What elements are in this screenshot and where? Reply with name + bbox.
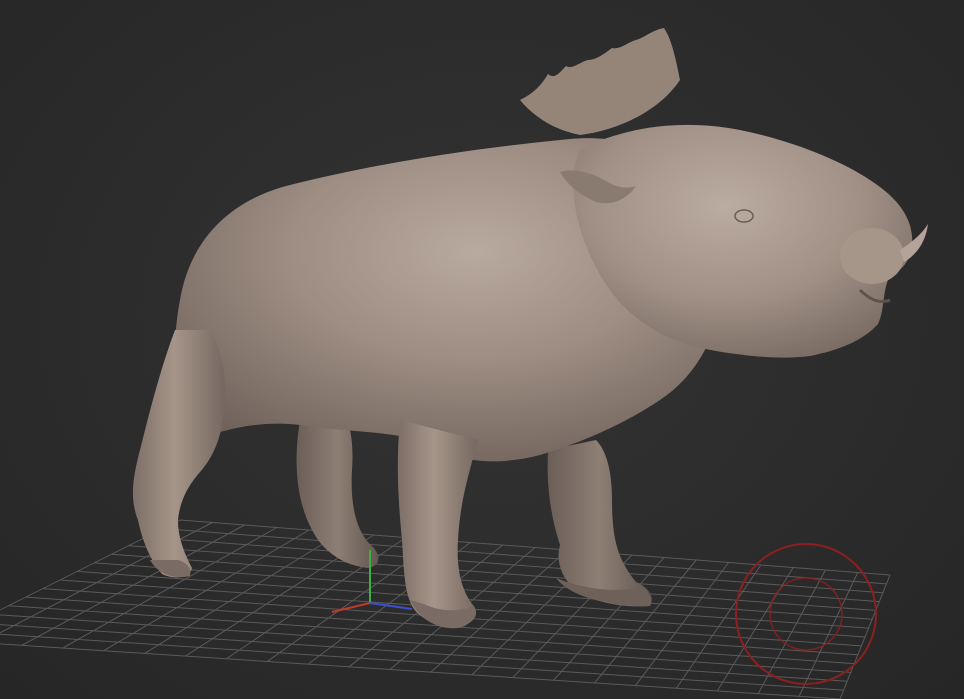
3d-viewport[interactable] [0, 0, 964, 699]
grid-line [0, 643, 841, 699]
grid-line [0, 614, 851, 673]
boar-rear-far-leg [296, 410, 379, 568]
viewport-canvas[interactable] [0, 0, 964, 699]
boar-snout [840, 228, 904, 284]
boar-front-near-leg [397, 420, 478, 627]
boar-model[interactable] [132, 28, 928, 629]
boar-mane [520, 28, 680, 135]
grid-line [0, 633, 844, 691]
boar-eye [734, 209, 754, 223]
boar-rear-near-leg [132, 330, 226, 578]
